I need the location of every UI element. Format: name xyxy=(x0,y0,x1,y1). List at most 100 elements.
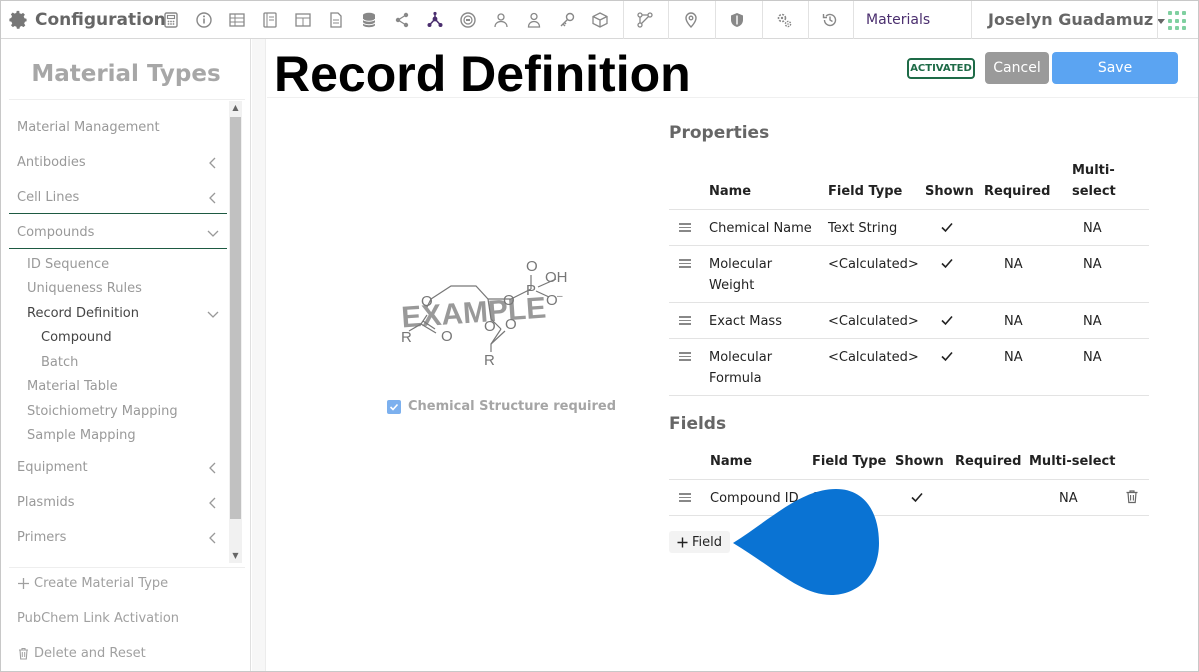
sidebar-item-label: Uniqueness Rules xyxy=(27,281,142,296)
sidebar-item-stoichiometry-mapping[interactable]: Stoichiometry Mapping xyxy=(9,402,227,422)
sidebar-scrollbar-thumb[interactable] xyxy=(230,117,241,519)
table-divider xyxy=(669,245,1149,246)
cube-icon[interactable] xyxy=(589,9,611,31)
sidebar-item-material-table[interactable]: Material Table xyxy=(9,377,227,397)
shield-icon[interactable] xyxy=(726,9,748,31)
chemical-structure-required-checkbox[interactable]: Chemical Structure required xyxy=(387,399,616,414)
sidebar-item-cell-lines[interactable]: Cell Lines xyxy=(9,188,227,208)
document-icon[interactable] xyxy=(325,9,347,31)
table-icon[interactable] xyxy=(292,9,314,31)
sidebar-item-id-sequence[interactable]: ID Sequence xyxy=(9,255,227,275)
molecule-icon[interactable] xyxy=(424,9,446,31)
chevron-left-icon xyxy=(209,462,216,474)
create-material-type-label: Create Material Type xyxy=(34,576,169,591)
property-required: NA xyxy=(1004,314,1023,329)
column-header-required: Required xyxy=(955,454,1022,469)
property-multi-select: NA xyxy=(1083,257,1102,272)
key-icon[interactable] xyxy=(556,9,578,31)
calculator-icon[interactable] xyxy=(160,9,182,31)
sidebar-item-compounds[interactable]: Compounds xyxy=(9,223,227,243)
status-badge: ACTIVATED xyxy=(907,58,975,79)
scroll-up-icon[interactable]: ▲ xyxy=(230,102,241,114)
sidebar-item-label: ID Sequence xyxy=(27,257,110,272)
column-header-name: Name xyxy=(709,184,752,199)
chevron-left-icon xyxy=(209,157,216,169)
pubchem-link-activation-button[interactable]: PubChem Link Activation xyxy=(17,611,179,626)
drag-handle-icon[interactable] xyxy=(679,223,691,232)
apps-grid-icon[interactable] xyxy=(1168,11,1188,31)
settings-gears-icon[interactable] xyxy=(773,9,795,31)
column-header-multi-select-line1: Multi- xyxy=(1072,163,1115,178)
create-material-type-button[interactable]: Create Material Type xyxy=(17,576,168,591)
sidebar-item-batch[interactable]: Batch xyxy=(9,353,227,373)
share-icon[interactable] xyxy=(391,9,413,31)
info-icon[interactable] xyxy=(193,9,215,31)
workflow-icon[interactable] xyxy=(634,9,656,31)
scroll-down-icon[interactable]: ▼ xyxy=(230,550,241,562)
structure-atom-label: – xyxy=(557,291,563,302)
cancel-button[interactable]: Cancel xyxy=(985,52,1049,84)
check-icon xyxy=(941,222,953,233)
drag-handle-icon[interactable] xyxy=(679,259,691,268)
materials-link[interactable]: Materials xyxy=(866,12,930,28)
brand[interactable]: Configuration xyxy=(7,7,166,33)
sidebar-item-plasmids[interactable]: Plasmids xyxy=(9,493,227,513)
divider xyxy=(267,97,1198,98)
sidebar-item-label: Compound xyxy=(41,330,112,345)
toolbar-divider xyxy=(971,1,972,39)
toolbar-divider xyxy=(715,1,716,39)
sidebar-item-label: Antibodies xyxy=(17,155,86,170)
sidebar-item-sample-mapping[interactable]: Sample Mapping xyxy=(9,426,227,446)
divider xyxy=(9,567,245,568)
chevron-down-icon xyxy=(207,311,219,318)
user-icon[interactable] xyxy=(523,9,545,31)
checkbox-checked-icon xyxy=(387,399,401,414)
sidebar-title: Material Types xyxy=(31,61,221,87)
property-name-line2: Weight xyxy=(709,278,755,293)
toolbar-divider xyxy=(762,1,763,39)
database-icon[interactable] xyxy=(358,9,380,31)
toolbar-divider xyxy=(808,1,809,39)
user-menu[interactable]: Joselyn Guadamuz xyxy=(988,10,1166,29)
sidebar: Material Types Material Management Antib… xyxy=(1,39,251,671)
sidebar-item-uniqueness-rules[interactable]: Uniqueness Rules xyxy=(9,279,227,299)
grid-icon[interactable] xyxy=(226,9,248,31)
sidebar-item-primers[interactable]: Primers xyxy=(9,528,227,548)
plus-icon xyxy=(677,537,688,547)
circle-badge-icon[interactable] xyxy=(457,9,479,31)
add-field-button[interactable]: Field xyxy=(669,531,731,553)
table-divider xyxy=(669,395,1149,396)
pubchem-link-activation-label: PubChem Link Activation xyxy=(17,611,180,626)
sidebar-item-equipment[interactable]: Equipment xyxy=(9,458,227,478)
caret-down-icon xyxy=(1157,18,1166,24)
sidebar-item-antibodies[interactable]: Antibodies xyxy=(9,153,227,173)
table-divider xyxy=(669,209,1149,210)
trash-icon[interactable] xyxy=(1125,489,1139,504)
sidebar-item-compound[interactable]: Compound xyxy=(9,328,227,348)
column-header-field-type: Field Type xyxy=(812,454,887,469)
chevron-down-icon xyxy=(207,230,219,237)
delete-and-reset-button[interactable]: Delete and Reset xyxy=(17,646,146,661)
toolbar-divider xyxy=(853,1,854,39)
drag-handle-icon[interactable] xyxy=(679,352,691,361)
property-field-type: Text String xyxy=(828,221,898,236)
sidebar-item-material-management[interactable]: Material Management xyxy=(9,118,227,138)
drag-handle-icon[interactable] xyxy=(679,316,691,325)
drag-handle-icon[interactable] xyxy=(679,493,691,502)
material-type-nav: Material Management Antibodies Cell Line… xyxy=(1,101,229,563)
sidebar-item-label: Plasmids xyxy=(17,495,75,510)
toolbar-divider xyxy=(1157,1,1158,39)
chevron-left-icon xyxy=(209,192,216,204)
toolbar-divider xyxy=(623,1,624,39)
save-button[interactable]: Save xyxy=(1052,52,1178,84)
add-field-label: Field xyxy=(692,534,723,550)
property-multi-select: NA xyxy=(1083,350,1102,365)
notebook-icon[interactable] xyxy=(259,9,281,31)
properties-heading: Properties xyxy=(669,123,770,143)
plus-icon xyxy=(18,578,29,589)
users-icon[interactable] xyxy=(490,9,512,31)
location-pin-icon[interactable] xyxy=(680,9,702,31)
sidebar-item-record-definition[interactable]: Record Definition xyxy=(9,304,227,324)
property-multi-select: NA xyxy=(1083,314,1102,329)
history-icon[interactable] xyxy=(819,9,841,31)
